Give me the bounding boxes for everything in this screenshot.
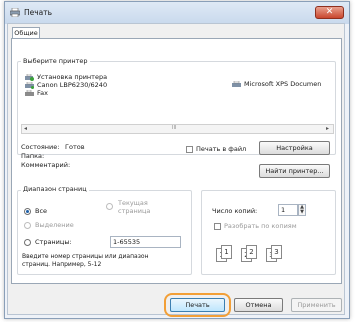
range-all-label: Все [35, 207, 48, 215]
range-current-label-2: страница [118, 207, 151, 215]
title-bar: Печать ✕ [5, 2, 349, 24]
collate-page: 3 [271, 245, 282, 259]
comment-label: Комментарий: [21, 161, 71, 169]
copies-count-label: Число копий: [212, 207, 258, 215]
status-value: Готов [65, 143, 85, 151]
fax-icon [25, 89, 34, 96]
printer-list-scrollbar[interactable]: ◂ III ▸ [21, 124, 334, 134]
printer-icon [25, 81, 34, 89]
printer-icon [10, 8, 20, 17]
scroll-thumb[interactable]: III [172, 125, 176, 131]
range-all-radio[interactable] [24, 208, 31, 215]
range-selection-radio[interactable] [24, 222, 31, 229]
collate-page: 1 [221, 245, 232, 259]
add-printer-icon [25, 73, 34, 81]
range-pages-radio[interactable] [24, 239, 31, 246]
print-to-file-label: Печать в файл [196, 145, 247, 153]
printer-item-canon[interactable]: Canon LBP6230/6240 [25, 81, 107, 89]
location-label: Папка: [21, 152, 45, 160]
range-current-radio[interactable] [106, 203, 113, 210]
apply-button[interactable]: Применить [291, 298, 342, 312]
range-hint-line2: страниц. Например, 5-12 [22, 261, 102, 268]
copies-spinner[interactable]: ▲ ▼ [298, 204, 306, 216]
printer-name: Fax [37, 89, 48, 97]
printer-group-label: Выберите принтер [21, 57, 90, 65]
range-pages-label: Страницы: [35, 238, 72, 246]
settings-button[interactable]: Настройка [259, 141, 330, 155]
page-range-label: Диапазон страниц [21, 185, 89, 193]
close-button[interactable]: ✕ [315, 6, 344, 19]
copies-count-input[interactable]: 1 [278, 204, 298, 216]
range-hint-line1: Введите номер страницы или диапазон [22, 253, 149, 260]
find-printer-button[interactable]: Найти принтер... [259, 164, 330, 178]
printer-item-xps[interactable]: Microsoft XPS Documen [232, 80, 321, 88]
pages-input[interactable]: 1-65535 [110, 236, 181, 248]
printer-item-fax[interactable]: Fax [25, 89, 48, 97]
printer-name: Microsoft XPS Documen [244, 80, 322, 88]
status-label: Состояние: [21, 143, 60, 151]
collate-checkbox[interactable] [214, 223, 221, 230]
print-to-file-checkbox[interactable] [186, 146, 193, 153]
range-current-label-1: Текущая [118, 199, 148, 207]
cancel-button[interactable]: Отмена [234, 298, 283, 312]
printer-name: Canon LBP6230/6240 [37, 81, 108, 89]
scroll-left-icon[interactable]: ◂ [24, 125, 27, 132]
print-button[interactable]: Печать [170, 298, 225, 312]
printer-name: Установка принтера [37, 73, 108, 81]
printer-item-add[interactable]: Установка принтера [25, 73, 107, 81]
printer-icon [232, 80, 241, 87]
window-title: Печать [24, 8, 53, 17]
collate-page: 2 [246, 245, 257, 259]
copies-group [201, 190, 336, 275]
scroll-right-icon[interactable]: ▸ [326, 125, 329, 132]
collate-label: Разобрать по копиям [224, 222, 297, 230]
range-selection-label: Выделение [35, 221, 74, 229]
